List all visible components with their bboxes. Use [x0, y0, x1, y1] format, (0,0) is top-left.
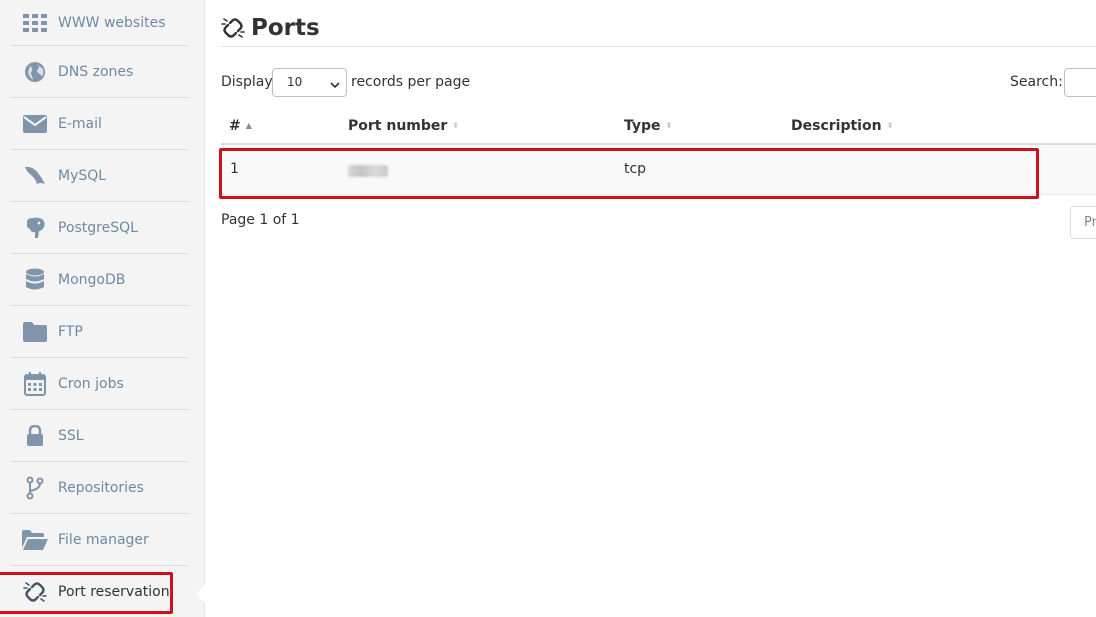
folder-open-icon [22, 527, 48, 553]
pagination-info: Page 1 of 1 [221, 212, 300, 228]
sidebar-item-repositories[interactable]: Repositories [10, 462, 189, 514]
sidebar-item-label: WWW websites [58, 14, 166, 31]
database-icon [22, 267, 48, 293]
column-header-number[interactable]: # ▲ [229, 118, 252, 134]
column-header-type[interactable]: Type ⬍ [624, 118, 672, 134]
search-input[interactable] [1064, 68, 1096, 97]
table-row[interactable]: 1 tcp [221, 145, 1096, 195]
cell-number: 1 [230, 161, 239, 177]
sort-icon: ⬍ [665, 121, 673, 130]
page-title: Ports [251, 15, 320, 41]
active-item-pointer [196, 584, 206, 604]
page-size-value: 10 [287, 75, 303, 89]
previous-page-button[interactable]: Pr [1070, 206, 1096, 239]
envelope-icon [22, 111, 48, 137]
sidebar-item-ftp[interactable]: FTP [10, 306, 189, 358]
sidebar-item-postgresql[interactable]: PostgreSQL [10, 202, 189, 254]
sort-icon: ⬍ [452, 121, 459, 130]
table-controls: Display 10 records per page Search: [221, 68, 1096, 98]
sidebar-item-dns-zones[interactable]: DNS zones [10, 46, 189, 98]
search-label: Search: [1010, 74, 1063, 90]
sidebar-item-cron-jobs[interactable]: Cron jobs [10, 358, 189, 410]
branch-icon [22, 475, 48, 501]
sidebar-item-label: Port reservation [58, 584, 170, 600]
sidebar-item-label: Repositories [58, 479, 144, 496]
sidebar-item-mysql[interactable]: MySQL [10, 150, 189, 202]
globe-icon [22, 59, 48, 85]
sidebar-item-label: DNS zones [58, 63, 134, 80]
sidebar-item-label: PostgreSQL [58, 219, 138, 236]
broken-link-icon [22, 579, 48, 605]
sidebar-item-mongodb[interactable]: MongoDB [10, 254, 189, 306]
broken-link-icon [221, 16, 245, 40]
sidebar-item-label: E-mail [58, 115, 102, 132]
page-size-select[interactable]: 10 [272, 68, 347, 97]
sidebar-item-label: File manager [58, 531, 149, 548]
grid-icon [22, 10, 48, 36]
sidebar-item-email[interactable]: E-mail [10, 98, 189, 150]
sidebar-nav: WWW websites DNS zones E-mail MySQL Post… [10, 0, 189, 617]
column-header-port-number[interactable]: Port number ⬍ [348, 118, 459, 134]
sort-asc-icon: ▲ [245, 121, 252, 130]
elephant-icon [22, 215, 48, 241]
sidebar-item-port-reservation[interactable]: Port reservation [10, 566, 189, 617]
sort-icon: ⬍ [886, 121, 894, 130]
sidebar-item-label: FTP [58, 323, 83, 340]
records-per-page-label: records per page [351, 74, 471, 90]
sidebar-item-label: Cron jobs [58, 375, 124, 392]
ports-table: # ▲ Port number ⬍ Type ⬍ Description ⬍ 1… [221, 108, 1096, 195]
calendar-icon [22, 371, 48, 397]
page-header: Ports [221, 10, 1096, 47]
column-header-description[interactable]: Description ⬍ [791, 118, 893, 134]
sidebar: WWW websites DNS zones E-mail MySQL Post… [0, 0, 206, 617]
sidebar-item-label: MySQL [58, 167, 107, 184]
sidebar-item-file-manager[interactable]: File manager [10, 514, 189, 566]
cell-port-number-redacted [348, 165, 388, 177]
main-content: Ports Display 10 records per page Search… [206, 0, 1096, 617]
display-label: Display [221, 74, 273, 90]
dolphin-icon [22, 163, 48, 189]
table-header: # ▲ Port number ⬍ Type ⬍ Description ⬍ [221, 108, 1096, 145]
sidebar-item-ssl[interactable]: SSL [10, 410, 189, 462]
cell-type: tcp [624, 161, 647, 177]
sidebar-item-label: SSL [58, 427, 84, 444]
lock-icon [22, 423, 48, 449]
folder-icon [22, 319, 48, 345]
sidebar-item-www-websites[interactable]: WWW websites [10, 0, 189, 46]
chevron-down-icon [330, 78, 340, 92]
sidebar-item-label: MongoDB [58, 271, 126, 288]
